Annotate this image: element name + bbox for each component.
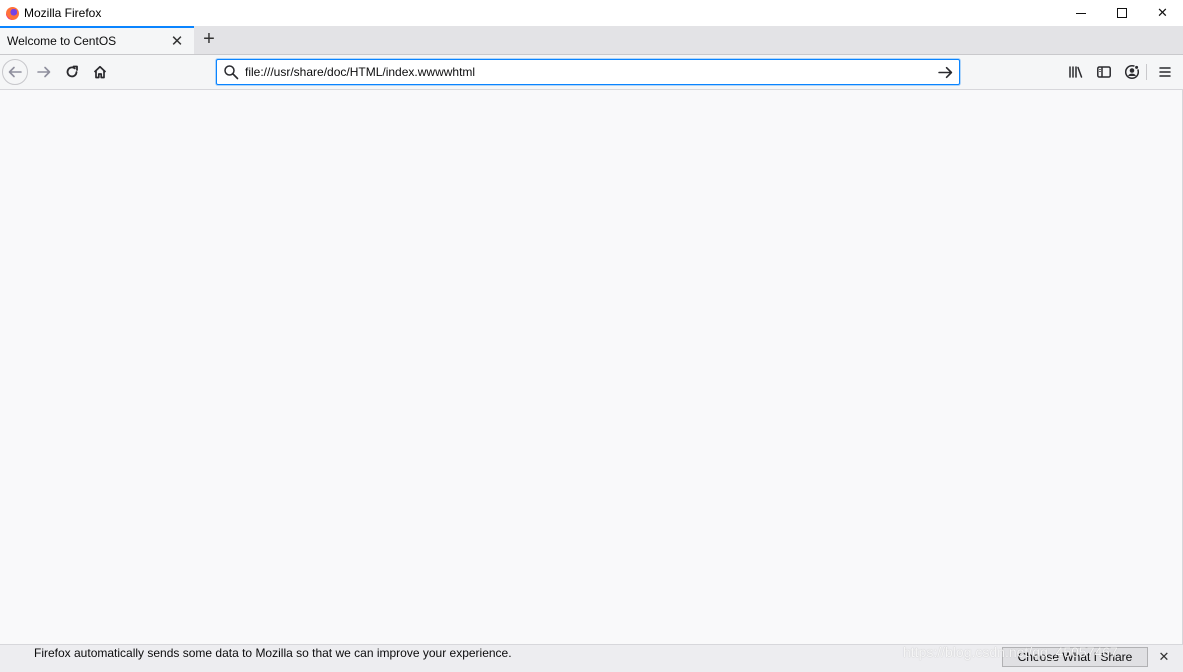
tab-strip: Welcome to CentOS ✕ + — [0, 26, 1183, 55]
tab-welcome-to-centos[interactable]: Welcome to CentOS ✕ — [0, 26, 194, 54]
url-bar[interactable] — [216, 59, 960, 85]
back-button[interactable] — [2, 59, 28, 85]
home-button[interactable] — [87, 59, 113, 85]
sidebar-button[interactable] — [1092, 60, 1116, 84]
watermark: https://blog.csdn.net/qq_45057467 — [903, 644, 1118, 660]
hamburger-menu-icon — [1159, 67, 1171, 77]
go-button[interactable] — [934, 61, 956, 83]
new-tab-button[interactable]: + — [198, 28, 220, 50]
minimize-icon — [1075, 12, 1086, 14]
open-menu-button[interactable] — [1153, 60, 1177, 84]
window-title: Mozilla Firefox — [24, 6, 102, 20]
firefox-logo-icon — [6, 6, 19, 20]
url-input[interactable] — [245, 65, 934, 79]
close-window-button[interactable]: ✕ — [1142, 0, 1183, 26]
search-icon — [224, 65, 239, 80]
arrow-left-icon — [8, 66, 22, 78]
maximize-button[interactable] — [1101, 0, 1142, 26]
tab-close-button[interactable]: ✕ — [168, 32, 186, 50]
library-icon — [1069, 66, 1083, 78]
notification-text: Firefox automatically sends some data to… — [34, 646, 512, 660]
toolbar-separator — [1146, 64, 1147, 80]
tab-label: Welcome to CentOS — [7, 34, 117, 48]
account-icon — [1124, 64, 1140, 80]
forward-button[interactable] — [31, 59, 57, 85]
notification-close-button[interactable]: ✕ — [1156, 648, 1172, 666]
arrow-right-icon — [937, 66, 952, 78]
minimize-button[interactable] — [1060, 0, 1101, 26]
reload-icon — [66, 65, 78, 78]
arrow-right-icon — [37, 66, 51, 78]
maximize-icon — [1116, 8, 1127, 18]
home-icon — [93, 65, 107, 79]
page-content — [0, 90, 1183, 644]
reload-button[interactable] — [59, 59, 85, 85]
account-button[interactable] — [1120, 60, 1144, 84]
window-titlebar: Mozilla Firefox ✕ — [0, 0, 1183, 26]
window-controls: ✕ — [1060, 0, 1183, 26]
library-button[interactable] — [1064, 60, 1088, 84]
sidebar-icon — [1097, 66, 1111, 78]
navigation-toolbar — [0, 55, 1183, 90]
